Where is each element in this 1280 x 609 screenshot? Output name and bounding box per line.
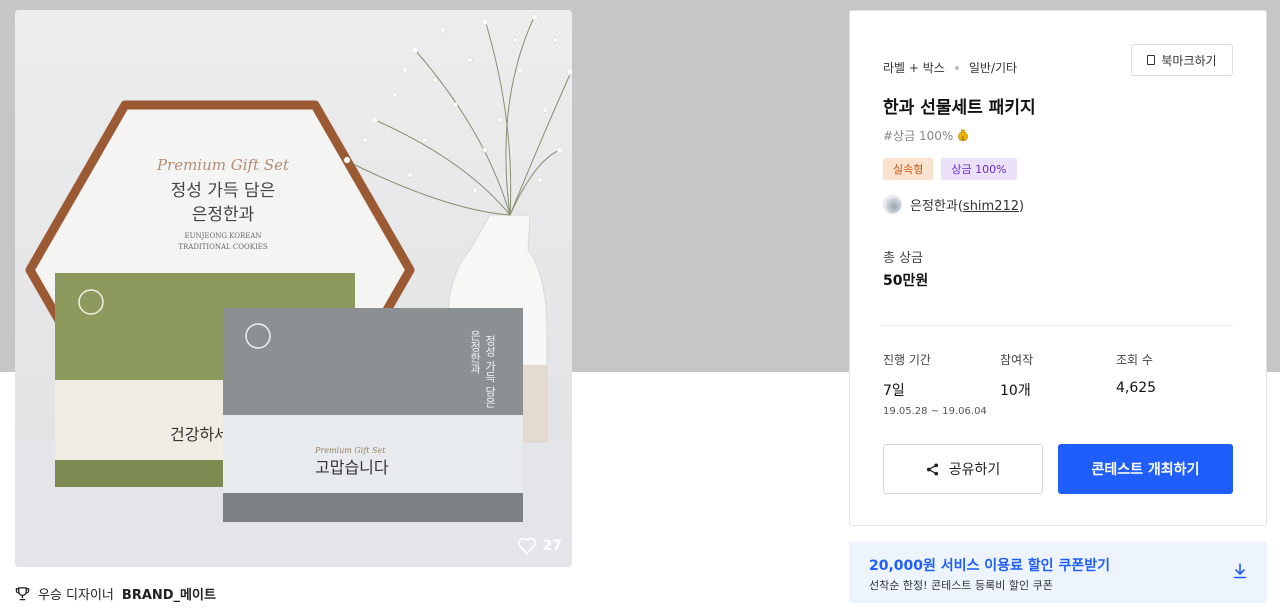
duration-label: 진행 기간 — [883, 353, 931, 367]
stat-participants: 참여작 10개 — [1000, 351, 1033, 400]
divider — [883, 325, 1233, 326]
like-counter[interactable]: 27 — [517, 537, 562, 555]
category-secondary[interactable]: 일반/기타 — [969, 59, 1017, 76]
duration-range: 19.05.28 ~ 19.06.04 — [883, 406, 987, 417]
box-grey-label: 고맙습니다 — [315, 458, 389, 477]
total-prize-value: 50만원 — [883, 273, 929, 289]
host-info[interactable]: 은정한과(shim212) — [883, 195, 1024, 214]
participants-value: 10개 — [1000, 383, 1031, 399]
participants-label: 참여작 — [1000, 353, 1034, 367]
winner-designer: 우승 디자이너 BRAND_메이트 — [15, 584, 216, 603]
product-photo: Premium Gift Set 정성 가득 담은 은정한과 EUNJEONG … — [15, 10, 572, 567]
total-prize-label: 총 상금 — [883, 251, 924, 266]
badge-prize: 상금 100% — [941, 158, 1017, 180]
box-left-line-4: EUNJEONG KOREAN — [184, 232, 261, 240]
svg-text:$: $ — [962, 136, 965, 142]
share-label: 공유하기 — [948, 462, 1001, 478]
host-name: 은정한과 — [910, 199, 958, 214]
badge-practical: 실속형 — [883, 158, 934, 180]
like-count: 27 — [542, 538, 562, 554]
product-image[interactable]: Premium Gift Set 정성 가득 담은 은정한과 EUNJEONG … — [15, 10, 572, 567]
box-green-label: 건강하세 — [170, 425, 229, 444]
stat-duration: 진행 기간 7일 19.05.28 ~ 19.06.04 — [883, 351, 987, 417]
host-contest-button[interactable]: 콘테스트 개최하기 — [1058, 444, 1233, 494]
badge-list: 실속형 상금 100% — [883, 158, 1017, 180]
heart-icon[interactable] — [517, 537, 537, 555]
bookmark-label: 북마크하기 — [1161, 53, 1217, 68]
category-primary[interactable]: 라벨 + 박스 — [883, 59, 945, 76]
hashtag: #상금 100% $ — [883, 127, 969, 144]
bookmark-icon — [1147, 55, 1156, 65]
box-left-line-2: 정성 가득 담은 — [171, 181, 276, 201]
duration-value: 7일 — [883, 383, 905, 399]
separator-dot — [954, 65, 959, 70]
box-left-line-1: Premium Gift Set — [156, 156, 290, 174]
share-button[interactable]: 공유하기 — [883, 444, 1043, 494]
views-label: 조회 수 — [1116, 353, 1153, 367]
coupon-subtitle: 선착순 한정! 콘테스트 등록비 할인 쿠폰 — [869, 579, 1053, 592]
contest-info-card: 북마크하기 라벨 + 박스 일반/기타 한과 선물세트 패키지 #상금 100%… — [849, 10, 1267, 526]
winner-prefix: 우승 디자이너 — [38, 588, 114, 603]
box-grey-premium: Premium Gift Set — [314, 446, 386, 455]
box-grey-vertical-2: 은정한과 — [469, 330, 482, 375]
host-handle[interactable]: shim212 — [963, 199, 1019, 214]
hashtag-text[interactable]: #상금 100% — [883, 127, 953, 144]
avatar — [883, 195, 902, 214]
winner-name[interactable]: BRAND_메이트 — [122, 584, 216, 603]
category-breadcrumb: 라벨 + 박스 일반/기타 — [883, 59, 1017, 76]
coupon-banner[interactable]: 20,000원 서비스 이용료 할인 쿠폰받기 선착순 한정! 콘테스트 등록비… — [849, 542, 1267, 603]
views-value: 4,625 — [1116, 380, 1157, 396]
box-grey-vertical-1: 정성 가득 담은 — [484, 335, 497, 408]
stat-views: 조회 수 4,625 — [1116, 351, 1156, 396]
download-icon[interactable] — [1233, 563, 1247, 579]
trophy-icon — [15, 587, 30, 601]
bookmark-button[interactable]: 북마크하기 — [1131, 44, 1233, 76]
box-left-line-3: 은정한과 — [192, 205, 255, 225]
box-left-line-5: TRADITIONAL COOKIES — [178, 243, 268, 251]
coupon-title[interactable]: 20,000원 서비스 이용료 할인 쿠폰받기 — [869, 555, 1110, 575]
share-icon — [926, 462, 938, 476]
coin-icon: $ — [958, 129, 968, 142]
contest-title: 한과 선물세트 패키지 — [883, 98, 1036, 118]
